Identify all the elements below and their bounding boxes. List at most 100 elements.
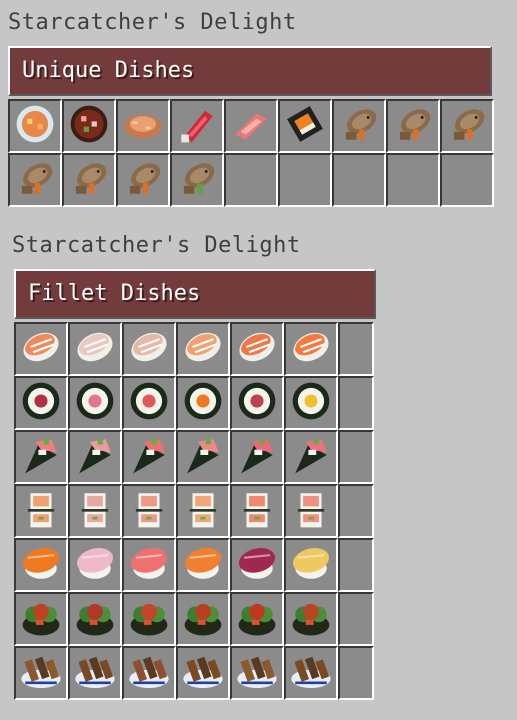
item-slot[interactable] (176, 376, 230, 430)
nigiri-icon (236, 542, 278, 588)
item-slot[interactable] (440, 99, 494, 153)
salad-bowl-icon (20, 596, 62, 642)
item-grid-unique (8, 99, 494, 207)
item-slot[interactable] (62, 153, 116, 207)
item-slot[interactable] (68, 322, 122, 376)
item-slot[interactable] (230, 646, 284, 700)
item-slot[interactable] (176, 322, 230, 376)
maki-roll-icon (74, 380, 116, 426)
item-slot[interactable] (284, 322, 338, 376)
item-slot[interactable] (62, 99, 116, 153)
item-slot[interactable] (14, 646, 68, 700)
item-slot[interactable] (122, 484, 176, 538)
item-slot[interactable] (332, 99, 386, 153)
item-slot[interactable] (68, 592, 122, 646)
sashimi-icon (290, 326, 332, 372)
item-slot[interactable] (68, 484, 122, 538)
sashimi-icon (20, 326, 62, 372)
item-slot[interactable] (14, 538, 68, 592)
skewer-plate-icon (182, 650, 224, 696)
item-slot[interactable] (14, 376, 68, 430)
item-slot[interactable] (230, 322, 284, 376)
sushi-roll-icon (236, 488, 278, 534)
empty-slot[interactable] (332, 153, 386, 207)
item-slot[interactable] (116, 99, 170, 153)
item-slot[interactable] (122, 538, 176, 592)
empty-slot[interactable] (224, 153, 278, 207)
item-slot[interactable] (14, 322, 68, 376)
item-slot[interactable] (386, 99, 440, 153)
item-slot[interactable] (284, 484, 338, 538)
item-slot[interactable] (176, 592, 230, 646)
pink-fish-fillet-icon (230, 103, 272, 149)
maki-roll-icon (20, 380, 62, 426)
sashimi-icon (74, 326, 116, 372)
empty-slot[interactable] (338, 646, 374, 700)
item-slot[interactable] (14, 592, 68, 646)
item-slot[interactable] (116, 153, 170, 207)
item-slot[interactable] (68, 646, 122, 700)
nigiri-icon (74, 542, 116, 588)
item-slot[interactable] (176, 430, 230, 484)
nigiri-icon (20, 542, 62, 588)
item-slot[interactable] (170, 99, 224, 153)
item-slot[interactable] (170, 153, 224, 207)
item-slot[interactable] (230, 484, 284, 538)
empty-slot[interactable] (278, 153, 332, 207)
dried-fish-icon (338, 103, 380, 149)
item-slot[interactable] (230, 592, 284, 646)
item-slot[interactable] (122, 376, 176, 430)
item-slot[interactable] (122, 322, 176, 376)
item-slot[interactable] (14, 484, 68, 538)
temaki-icon (74, 434, 116, 480)
item-slot[interactable] (122, 646, 176, 700)
sashimi-icon (182, 326, 224, 372)
item-slot[interactable] (176, 646, 230, 700)
item-slot[interactable] (284, 538, 338, 592)
dried-fish-icon (392, 103, 434, 149)
item-slot[interactable] (278, 99, 332, 153)
empty-slot[interactable] (338, 322, 374, 376)
temaki-icon (20, 434, 62, 480)
item-slot[interactable] (284, 376, 338, 430)
empty-slot[interactable] (386, 153, 440, 207)
item-slot[interactable] (8, 99, 62, 153)
salad-bowl-icon (128, 596, 170, 642)
stew-bowl-icon (68, 103, 110, 149)
item-slot[interactable] (176, 538, 230, 592)
empty-slot[interactable] (440, 153, 494, 207)
empty-slot[interactable] (338, 538, 374, 592)
item-slot[interactable] (284, 646, 338, 700)
item-slot[interactable] (122, 592, 176, 646)
dried-fish-green-icon (176, 157, 218, 203)
salad-bowl-icon (74, 596, 116, 642)
nigiri-roll-icon (284, 103, 326, 149)
sashimi-icon (128, 326, 170, 372)
maki-roll-icon (290, 380, 332, 426)
item-slot[interactable] (68, 430, 122, 484)
item-slot[interactable] (14, 430, 68, 484)
empty-slot[interactable] (338, 484, 374, 538)
item-slot[interactable] (230, 430, 284, 484)
item-slot[interactable] (284, 592, 338, 646)
red-fish-fillet-icon (176, 103, 218, 149)
nigiri-icon (128, 542, 170, 588)
item-slot[interactable] (230, 376, 284, 430)
sushi-roll-icon (290, 488, 332, 534)
skewer-plate-icon (20, 650, 62, 696)
banner-label: Unique Dishes (22, 58, 195, 83)
item-slot[interactable] (122, 430, 176, 484)
empty-slot[interactable] (338, 592, 374, 646)
empty-slot[interactable] (338, 376, 374, 430)
skewer-plate-icon (128, 650, 170, 696)
item-slot[interactable] (68, 538, 122, 592)
window-title-unique: Starcatcher's Delight (8, 10, 297, 35)
item-slot[interactable] (68, 376, 122, 430)
empty-slot[interactable] (338, 430, 374, 484)
item-slot[interactable] (8, 153, 62, 207)
item-slot[interactable] (224, 99, 278, 153)
item-slot[interactable] (284, 430, 338, 484)
temaki-icon (128, 434, 170, 480)
item-slot[interactable] (230, 538, 284, 592)
item-slot[interactable] (176, 484, 230, 538)
